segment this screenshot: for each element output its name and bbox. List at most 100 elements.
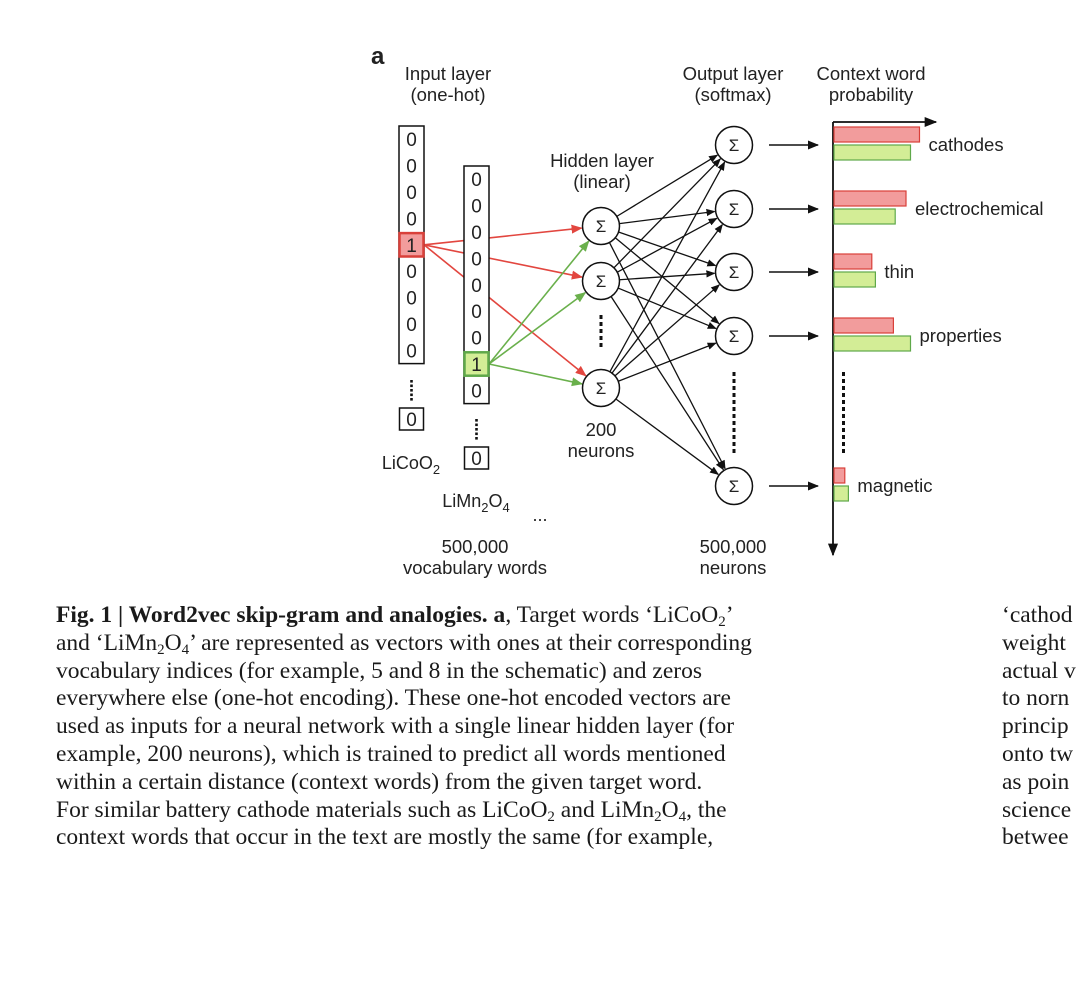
- ellipsis-dot: [732, 386, 736, 390]
- bar-LiMn2O4-thin: [833, 271, 877, 288]
- vector-cell-value: 0: [471, 223, 482, 244]
- vector-cell-value: 0: [406, 209, 417, 230]
- bar-LiMn2O4-electrochemical: [833, 208, 896, 225]
- ellipsis-dot: [475, 437, 478, 440]
- ellipsis-dot: [410, 393, 413, 397]
- ellipsis-dot: [475, 419, 478, 422]
- sigma-symbol: Σ: [729, 477, 740, 496]
- input-layer-subtitle: (one-hot): [410, 84, 485, 105]
- hidden-count-label: 200: [586, 419, 617, 440]
- bar-LiCoO2-electrochemical: [833, 190, 907, 207]
- ellipsis-dot: [732, 379, 736, 383]
- chart-ellipsis-dot: [842, 435, 845, 439]
- chart-ellipsis-dot: [842, 449, 845, 453]
- hidden-layer-title: Hidden layer: [550, 150, 654, 171]
- caption-line: vocabulary indices (for example, 5 and 8…: [56, 657, 702, 684]
- hidden-to-output-edge: [615, 398, 720, 475]
- ellipsis-dot: [732, 407, 736, 411]
- vector-cell-value: 0: [406, 130, 417, 151]
- chart-ellipsis-dot: [842, 379, 845, 383]
- chart-ellipsis-dot: [842, 414, 845, 418]
- ellipsis-dot: [599, 322, 603, 326]
- category-label: thin: [884, 261, 914, 282]
- figure-caption: Fig. 1 | Word2vec skip-gram and analogie…: [56, 602, 752, 852]
- caption-line: Fig. 1 | Word2vec skip-gram and analogie…: [56, 602, 734, 630]
- hidden-neuron: Σ: [581, 261, 621, 301]
- ellipsis-dot: [410, 398, 413, 401]
- vector-cell-value: 0: [471, 249, 482, 270]
- vector-word-label: LiCoO2: [382, 453, 440, 477]
- ellipsis-dot: [599, 343, 603, 347]
- hidden-to-output-edge: [611, 223, 723, 374]
- sigma-symbol: Σ: [596, 272, 607, 291]
- vector-cell-value: 0: [406, 289, 417, 310]
- vector-cell-value: 0: [406, 315, 417, 336]
- input-to-hidden-edge: [488, 291, 587, 365]
- hidden-unit-label: neurons: [568, 440, 635, 461]
- chart-ellipsis-dot: [842, 442, 845, 446]
- adjacent-column-line: science: [1002, 796, 1072, 823]
- category-label: properties: [920, 325, 1002, 346]
- caption-line: everywhere else (one-hot encoding). Thes…: [56, 685, 731, 712]
- bar-LiMn2O4-properties: [833, 335, 912, 352]
- output-neuron: Σ: [714, 189, 754, 229]
- adjacent-column-line: ‘cathod: [1002, 602, 1073, 628]
- adjacent-column-line: betwee: [1002, 824, 1069, 851]
- output-neuron: Σ: [714, 252, 754, 292]
- ellipsis-dot: [732, 400, 736, 404]
- word2vec-figure: a Input layer (one-hot) Hidden layer (li…: [371, 43, 1044, 578]
- hidden-neuron: Σ: [581, 206, 621, 246]
- sigma-symbol: Σ: [729, 136, 740, 155]
- adjacent-column-line: onto tw: [1002, 740, 1074, 767]
- adjacent-column-line: weight: [1002, 629, 1066, 656]
- input-to-hidden-edge: [423, 244, 583, 280]
- ellipsis-dot: [410, 380, 413, 383]
- output-layer-subtitle: (softmax): [694, 84, 771, 105]
- vocab-ellipsis: ...: [532, 505, 547, 525]
- input-to-hidden-edge: [423, 224, 583, 246]
- vector-cell-value: 0: [471, 302, 482, 323]
- vector-cell-value: 0: [471, 329, 482, 350]
- output-neuron: Σ: [714, 316, 754, 356]
- adjacent-column-line: as poin: [1002, 768, 1070, 795]
- chart-ellipsis-dot: [842, 407, 845, 411]
- category-label: electrochemical: [915, 198, 1044, 219]
- sigma-symbol: Σ: [729, 327, 740, 346]
- hidden-to-output-edge: [619, 270, 716, 281]
- input-layer-title: Input layer: [405, 63, 491, 84]
- adjacent-column-line: to norn: [1002, 685, 1070, 712]
- vector-cell-value: 1: [406, 236, 417, 257]
- bar-LiCoO2-thin: [833, 253, 873, 270]
- ellipsis-dot: [475, 423, 478, 427]
- ellipsis-dot: [732, 442, 736, 446]
- sigma-symbol: Σ: [596, 379, 607, 398]
- caption-line: used as inputs for a neural network with…: [56, 713, 735, 740]
- vector-cell-value: 0: [406, 157, 417, 178]
- bar-LiMn2O4-magnetic: [833, 485, 849, 502]
- vector-cell-value: 1: [471, 355, 482, 376]
- vector-cell-value: 0: [406, 183, 417, 204]
- hidden-to-output-edge: [617, 342, 717, 382]
- bar-LiCoO2-cathodes: [833, 126, 921, 143]
- adjacent-column-line: actual v: [1002, 657, 1076, 684]
- bar-LiCoO2-magnetic: [833, 467, 846, 484]
- ellipsis-dot: [732, 372, 736, 376]
- ellipsis-dot: [599, 315, 603, 319]
- probability-chart: cathodes electrochemical thin properties mag…: [827, 116, 1044, 557]
- caption-line: context words that occur in the text are…: [56, 824, 714, 851]
- vector-cell-value: 0: [471, 381, 482, 402]
- vector-cell-value: 0: [406, 262, 417, 283]
- sigma-symbol: Σ: [596, 217, 607, 236]
- caption-line: within a certain distance (context words…: [56, 768, 703, 795]
- probability-title: Context word: [817, 63, 926, 84]
- probability-subtitle: probability: [829, 84, 914, 105]
- ellipsis-dot: [732, 435, 736, 439]
- output-layer-title: Output layer: [683, 63, 784, 84]
- input-vector-1: 0 0 0 0 1 0 0 0 0 0 LiCoO2: [382, 125, 440, 477]
- chart-ellipsis-dot: [842, 393, 845, 397]
- input-to-hidden-edge: [488, 240, 590, 365]
- ellipsis-dot: [732, 414, 736, 418]
- sigma-symbol: Σ: [729, 200, 740, 219]
- adjacent-column-text: ‘cathod weight actual v to norn princip onto …: [1002, 602, 1076, 852]
- ellipsis-dot: [732, 393, 736, 397]
